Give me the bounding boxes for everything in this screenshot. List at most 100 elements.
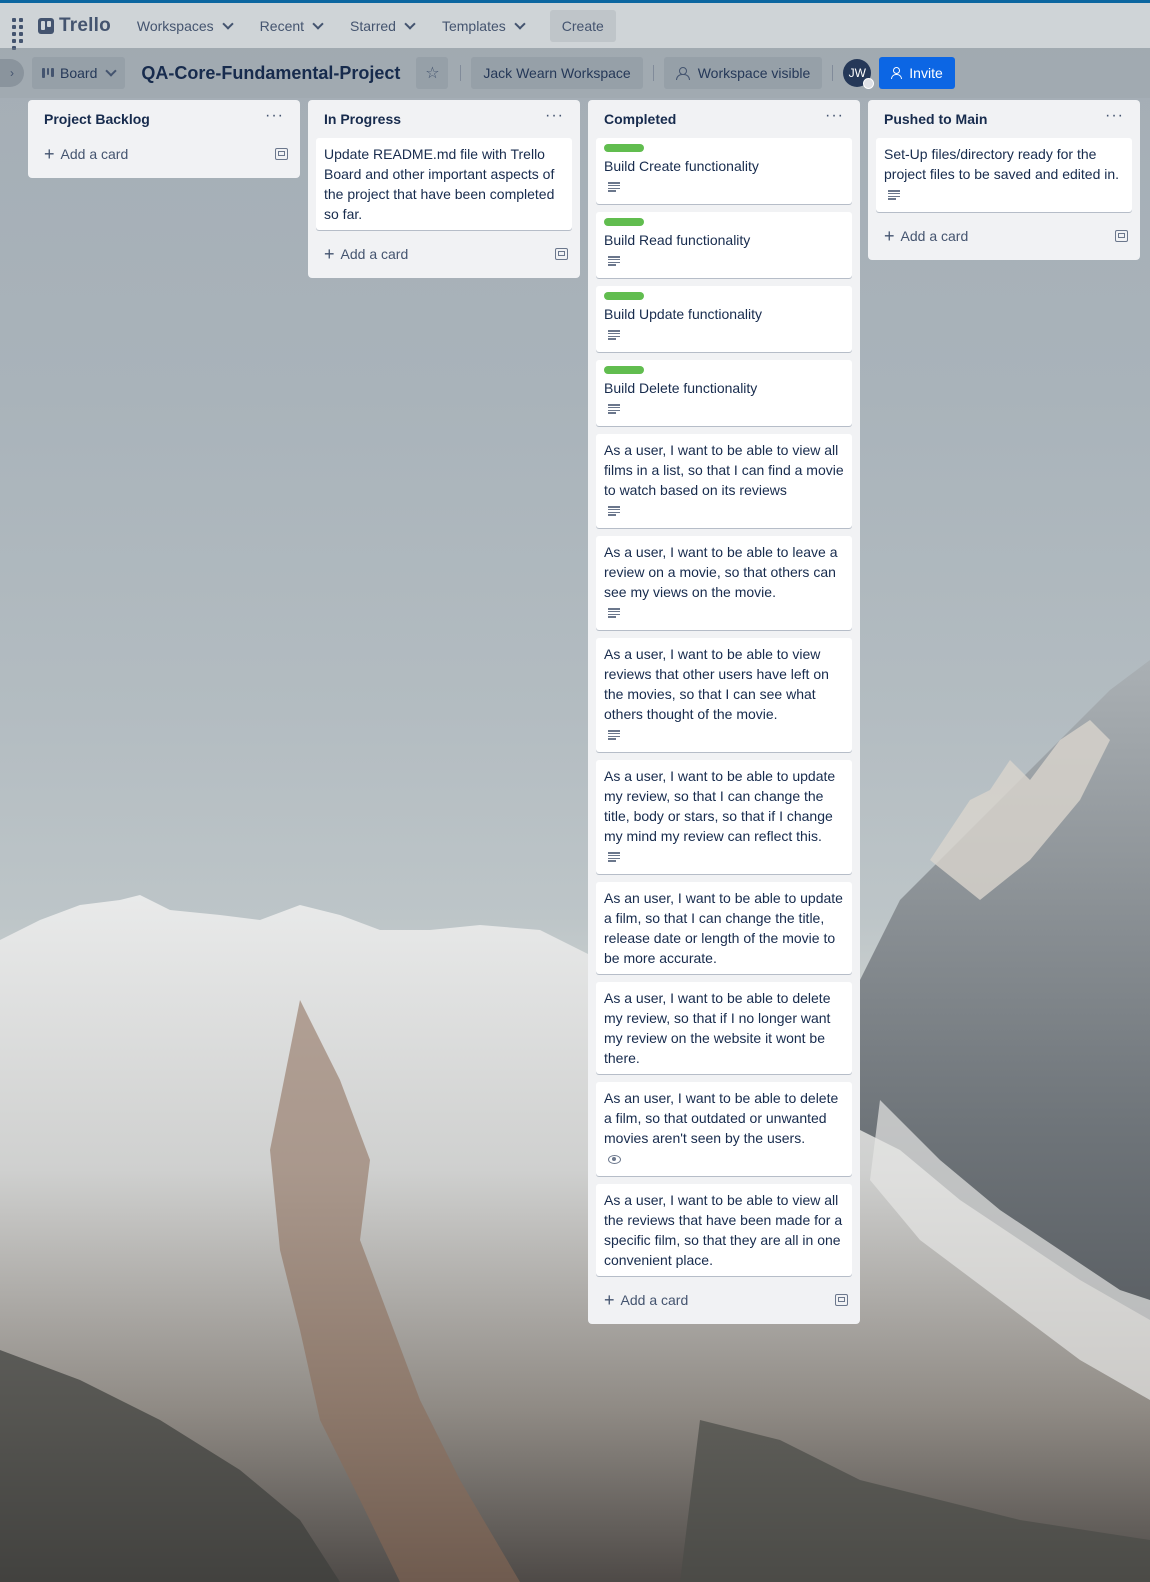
list-menu-icon[interactable]: ··· bbox=[265, 108, 284, 124]
card-title: As a user, I want to be able to update m… bbox=[604, 768, 836, 844]
card[interactable]: As an user, I want to be able to update … bbox=[596, 882, 852, 974]
list-column[interactable]: Pushed to Main ··· Set-Up files/directory … bbox=[868, 100, 1140, 260]
card[interactable]: Build Update functionality bbox=[596, 286, 852, 352]
card[interactable]: As a user, I want to be able to view all… bbox=[596, 1184, 852, 1276]
create-from-template-icon[interactable] bbox=[275, 148, 288, 160]
create-from-template-icon[interactable] bbox=[835, 1294, 848, 1306]
watch-icon bbox=[608, 1154, 621, 1164]
add-card-row: + Add a card bbox=[876, 220, 1132, 252]
avatar-initials: JW bbox=[848, 66, 866, 80]
card[interactable]: Build Delete functionality bbox=[596, 360, 852, 426]
plus-icon: + bbox=[44, 144, 55, 164]
member-avatar[interactable]: JW bbox=[843, 59, 875, 89]
card-badges bbox=[604, 500, 844, 522]
people-icon bbox=[675, 67, 690, 80]
recent-menu[interactable]: Recent bbox=[248, 10, 334, 42]
card[interactable]: As a user, I want to be able to update m… bbox=[596, 760, 852, 874]
sidebar-expand-button[interactable]: › bbox=[0, 59, 24, 87]
workspaces-menu[interactable]: Workspaces bbox=[125, 10, 244, 42]
list-column[interactable]: Project Backlog ··· + Add a card bbox=[28, 100, 300, 178]
board-view-icon bbox=[42, 68, 55, 78]
list-column[interactable]: In Progress ··· Update README.md file with… bbox=[308, 100, 580, 278]
list-header: Project Backlog ··· bbox=[36, 100, 292, 138]
star-icon: ☆ bbox=[425, 65, 440, 82]
card-badges bbox=[604, 846, 844, 868]
card[interactable]: Update README.md file with Trello Board … bbox=[316, 138, 572, 230]
workspace-button[interactable]: Jack Wearn Workspace bbox=[471, 57, 643, 89]
app-switcher-icon[interactable] bbox=[8, 14, 32, 50]
card-title: Build Update functionality bbox=[604, 306, 762, 322]
card[interactable]: Build Read functionality bbox=[596, 212, 852, 278]
list-menu-icon[interactable]: ··· bbox=[545, 108, 564, 124]
add-card-label: Add a card bbox=[60, 146, 129, 162]
invite-label: Invite bbox=[909, 65, 943, 81]
starred-menu[interactable]: Starred bbox=[338, 10, 426, 42]
card-badges bbox=[604, 724, 844, 746]
card[interactable]: As a user, I want to be able to view all… bbox=[596, 434, 852, 528]
card[interactable]: As a user, I want to be able to delete m… bbox=[596, 982, 852, 1074]
starred-label: Starred bbox=[350, 17, 396, 34]
add-card-button[interactable]: + Add a card bbox=[324, 245, 408, 263]
chevron-down-icon bbox=[514, 17, 526, 30]
card-label[interactable] bbox=[604, 218, 644, 226]
card-title: Build Read functionality bbox=[604, 232, 751, 248]
templates-menu[interactable]: Templates bbox=[430, 10, 536, 42]
card[interactable]: As a user, I want to be able to leave a … bbox=[596, 536, 852, 630]
add-card-button[interactable]: + Add a card bbox=[44, 145, 128, 163]
top-nav-bar: Trello Workspaces Recent Starred Templat… bbox=[0, 0, 1150, 50]
add-person-icon bbox=[891, 67, 903, 79]
description-icon bbox=[888, 190, 900, 200]
add-card-label: Add a card bbox=[620, 1292, 689, 1308]
card-title: Set-Up files/directory ready for the pro… bbox=[884, 146, 1120, 182]
card-title: Build Delete functionality bbox=[604, 380, 758, 396]
list-title[interactable]: Completed bbox=[604, 111, 676, 127]
card-label[interactable] bbox=[604, 292, 644, 300]
list-header: In Progress ··· bbox=[316, 100, 572, 138]
chevron-down-icon bbox=[105, 65, 118, 77]
trello-logo[interactable]: Trello bbox=[38, 15, 111, 37]
invite-button[interactable]: Invite bbox=[879, 57, 955, 89]
description-icon bbox=[608, 404, 620, 414]
add-card-button[interactable]: + Add a card bbox=[884, 227, 968, 245]
star-board-button[interactable]: ☆ bbox=[416, 57, 449, 89]
description-icon bbox=[608, 330, 620, 340]
create-from-template-icon[interactable] bbox=[555, 248, 568, 260]
card-label[interactable] bbox=[604, 144, 644, 152]
card[interactable]: As a user, I want to be able to view rev… bbox=[596, 638, 852, 752]
chevron-down-icon bbox=[222, 17, 234, 30]
workspaces-label: Workspaces bbox=[136, 17, 214, 34]
card-badges bbox=[884, 184, 1124, 206]
list-header: Completed ··· bbox=[596, 100, 852, 138]
card-badges bbox=[604, 250, 844, 272]
divider bbox=[652, 65, 654, 81]
description-icon bbox=[608, 730, 620, 740]
board-view-label: Board bbox=[60, 65, 98, 81]
visibility-button[interactable]: Workspace visible bbox=[663, 57, 823, 89]
list-header: Pushed to Main ··· bbox=[876, 100, 1132, 138]
list-menu-icon[interactable]: ··· bbox=[1105, 108, 1124, 124]
add-card-button[interactable]: + Add a card bbox=[604, 1291, 688, 1309]
card-label[interactable] bbox=[604, 366, 644, 374]
board-title[interactable]: QA-Core-Fundamental-Project bbox=[141, 63, 400, 84]
list-column[interactable]: Completed ··· Build Create functionality Bu… bbox=[588, 100, 860, 1324]
card-title: Update README.md file with Trello Board … bbox=[324, 146, 555, 222]
create-button[interactable]: Create bbox=[549, 9, 616, 42]
card[interactable]: As an user, I want to be able to delete … bbox=[596, 1082, 852, 1176]
create-from-template-icon[interactable] bbox=[1115, 230, 1128, 242]
card-title: Build Create functionality bbox=[604, 158, 759, 174]
list-title[interactable]: Project Backlog bbox=[44, 111, 150, 127]
plus-icon: + bbox=[884, 226, 895, 246]
plus-icon: + bbox=[324, 244, 335, 264]
card-title: As a user, I want to be able to view all… bbox=[604, 442, 844, 498]
logo-text: Trello bbox=[59, 14, 111, 36]
list-title[interactable]: Pushed to Main bbox=[884, 111, 987, 127]
board-view-switcher[interactable]: Board bbox=[32, 57, 126, 89]
list-title[interactable]: In Progress bbox=[324, 111, 401, 127]
card-badges bbox=[604, 1148, 844, 1170]
list-menu-icon[interactable]: ··· bbox=[825, 108, 844, 124]
card-title: As an user, I want to be able to delete … bbox=[604, 1090, 839, 1146]
board-header: › Board QA-Core-Fundamental-Project ☆ Ja… bbox=[0, 48, 1150, 98]
admin-badge-icon bbox=[863, 78, 875, 89]
card[interactable]: Set-Up files/directory ready for the pro… bbox=[876, 138, 1132, 212]
card[interactable]: Build Create functionality bbox=[596, 138, 852, 204]
